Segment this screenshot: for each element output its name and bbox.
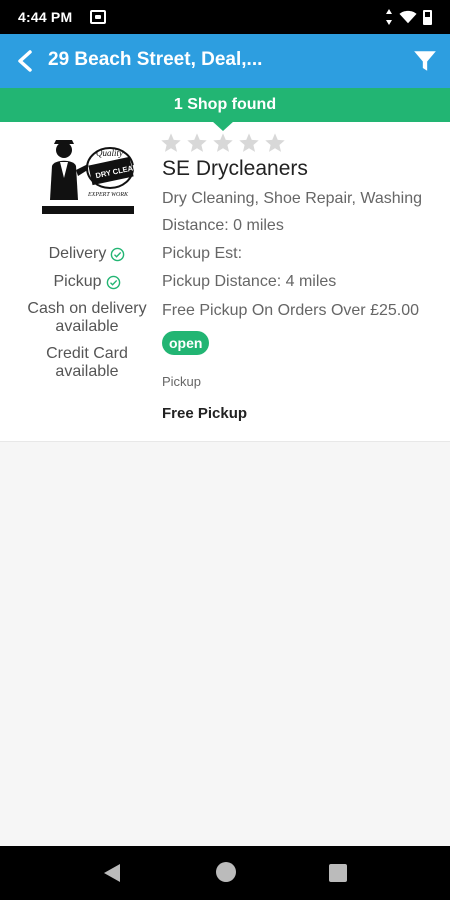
free-pickup-note: Free Pickup On Orders Over £25.00 (162, 302, 419, 319)
check-circle-icon (106, 275, 120, 289)
status-bar: 4:44 PM (0, 0, 450, 34)
delivery-option: Delivery (14, 240, 160, 268)
status-badge: open (162, 331, 210, 355)
pickup-option-label: Pickup (53, 273, 102, 290)
nav-back-icon[interactable] (101, 862, 123, 884)
rating-stars (160, 132, 286, 154)
pickup-value: Free Pickup (162, 405, 248, 422)
check-circle-icon (111, 247, 125, 261)
star-icon (187, 133, 207, 152)
star-icon (213, 133, 233, 152)
pickup-label: Pickup (162, 374, 202, 389)
results-count-banner: 1 Shop found (0, 88, 450, 122)
nav-recents-icon[interactable] (329, 864, 347, 882)
pickup-option: Pickup (14, 268, 160, 296)
shop-distance: Distance: 0 miles (162, 217, 284, 234)
page-title: 29 Beach Street, Deal,... (48, 49, 263, 70)
credit-card-label: Credit Card available (46, 345, 128, 380)
system-nav-bar (0, 846, 450, 900)
pickup-estimate: Pickup Est: (162, 245, 243, 262)
battery-icon (423, 9, 432, 25)
status-time: 4:44 PM (18, 9, 73, 25)
data-transfer-icon (385, 8, 393, 26)
logo-text-top: Quality (96, 148, 123, 158)
banner-pointer (212, 121, 234, 131)
filter-icon[interactable] (412, 48, 438, 74)
nav-home-icon[interactable] (216, 862, 236, 882)
star-icon (161, 133, 181, 152)
shop-card[interactable]: Quality DRY CLEANING EXPERT WORK Deliver… (0, 122, 450, 442)
app-bar: 29 Beach Street, Deal,... (0, 34, 450, 88)
star-icon (239, 133, 259, 152)
logo-text-bottom: EXPERT WORK (87, 192, 129, 198)
shop-services: Dry Cleaning, Shoe Repair, Washing (162, 190, 422, 207)
shop-name[interactable]: SE Drycleaners (162, 157, 308, 181)
pickup-distance: Pickup Distance: 4 miles (162, 273, 337, 290)
back-arrow-icon[interactable] (14, 49, 38, 73)
notification-icon (90, 10, 106, 24)
delivery-label: Delivery (48, 245, 107, 262)
service-options: Delivery Pickup Cash on delivery availab… (14, 240, 160, 381)
cash-on-delivery-label: Cash on delivery available (27, 300, 147, 335)
status-icons (385, 8, 432, 26)
shop-logo: Quality DRY CLEANING EXPERT WORK (40, 132, 136, 218)
star-icon (265, 133, 285, 152)
wifi-icon (399, 10, 417, 24)
